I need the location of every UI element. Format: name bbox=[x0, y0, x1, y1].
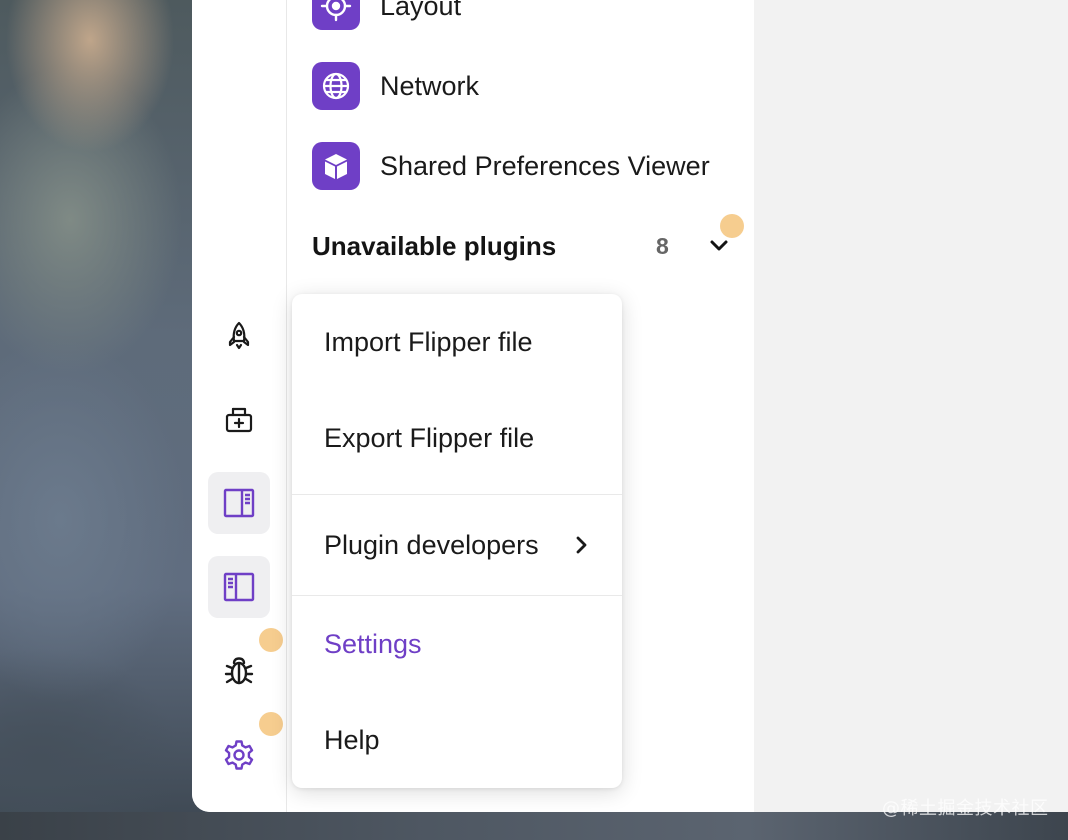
plugin-item-layout[interactable]: Layout bbox=[312, 0, 461, 30]
app-menu-popup: Import Flipper file Export Flipper file … bbox=[292, 294, 622, 788]
gear-icon bbox=[224, 740, 254, 770]
toggle-right-sidebar-button[interactable] bbox=[208, 472, 270, 534]
menu-item-import-flipper-file[interactable]: Import Flipper file bbox=[292, 294, 622, 390]
plugin-label: Shared Preferences Viewer bbox=[380, 150, 710, 181]
bug-icon bbox=[224, 657, 254, 685]
menu-item-settings[interactable]: Settings bbox=[292, 596, 622, 692]
watermark-text: @稀土掘金技术社区 bbox=[882, 798, 1049, 819]
globe-icon bbox=[322, 72, 350, 100]
menu-item-export-flipper-file[interactable]: Export Flipper file bbox=[292, 390, 622, 486]
unavailable-plugins-label: Unavailable plugins bbox=[312, 230, 557, 261]
plugin-item-network[interactable]: Network bbox=[312, 62, 479, 110]
notification-dot bbox=[259, 712, 283, 736]
plugin-label: Network bbox=[380, 70, 480, 101]
rocket-icon bbox=[228, 321, 250, 350]
bug-button[interactable] bbox=[208, 640, 270, 702]
cube-icon bbox=[325, 154, 347, 179]
plugin-icon-box bbox=[312, 0, 360, 30]
plugin-icon-box bbox=[312, 62, 360, 110]
notification-dot bbox=[720, 214, 744, 238]
menu-item-help[interactable]: Help bbox=[292, 692, 622, 788]
unavailable-plugins-count: 8 bbox=[656, 232, 669, 259]
unavailable-plugins-header[interactable]: Unavailable plugins 8 bbox=[312, 226, 732, 266]
menu-item-plugin-developers[interactable]: Plugin developers bbox=[292, 495, 622, 595]
toggle-left-sidebar-button[interactable] bbox=[208, 556, 270, 618]
toggle-right-sidebar-icon bbox=[223, 488, 255, 518]
settings-gear-button[interactable] bbox=[208, 724, 270, 786]
chevron-right-icon bbox=[576, 536, 587, 554]
add-device-button[interactable] bbox=[208, 389, 270, 451]
toggle-left-sidebar-icon bbox=[223, 572, 255, 602]
plugin-icon-box bbox=[312, 142, 360, 190]
add-device-icon bbox=[225, 407, 253, 433]
target-icon bbox=[320, 0, 352, 22]
left-rail bbox=[192, 0, 287, 812]
main-content-area bbox=[754, 0, 1068, 812]
plugin-label: Layout bbox=[380, 0, 462, 21]
plugin-developers-label: Plugin developers bbox=[324, 529, 539, 560]
rocket-button[interactable] bbox=[208, 305, 270, 367]
plugin-item-shared-preferences[interactable]: Shared Preferences Viewer bbox=[312, 142, 710, 190]
chevron-down-icon[interactable] bbox=[708, 234, 730, 256]
notification-dot bbox=[259, 628, 283, 652]
